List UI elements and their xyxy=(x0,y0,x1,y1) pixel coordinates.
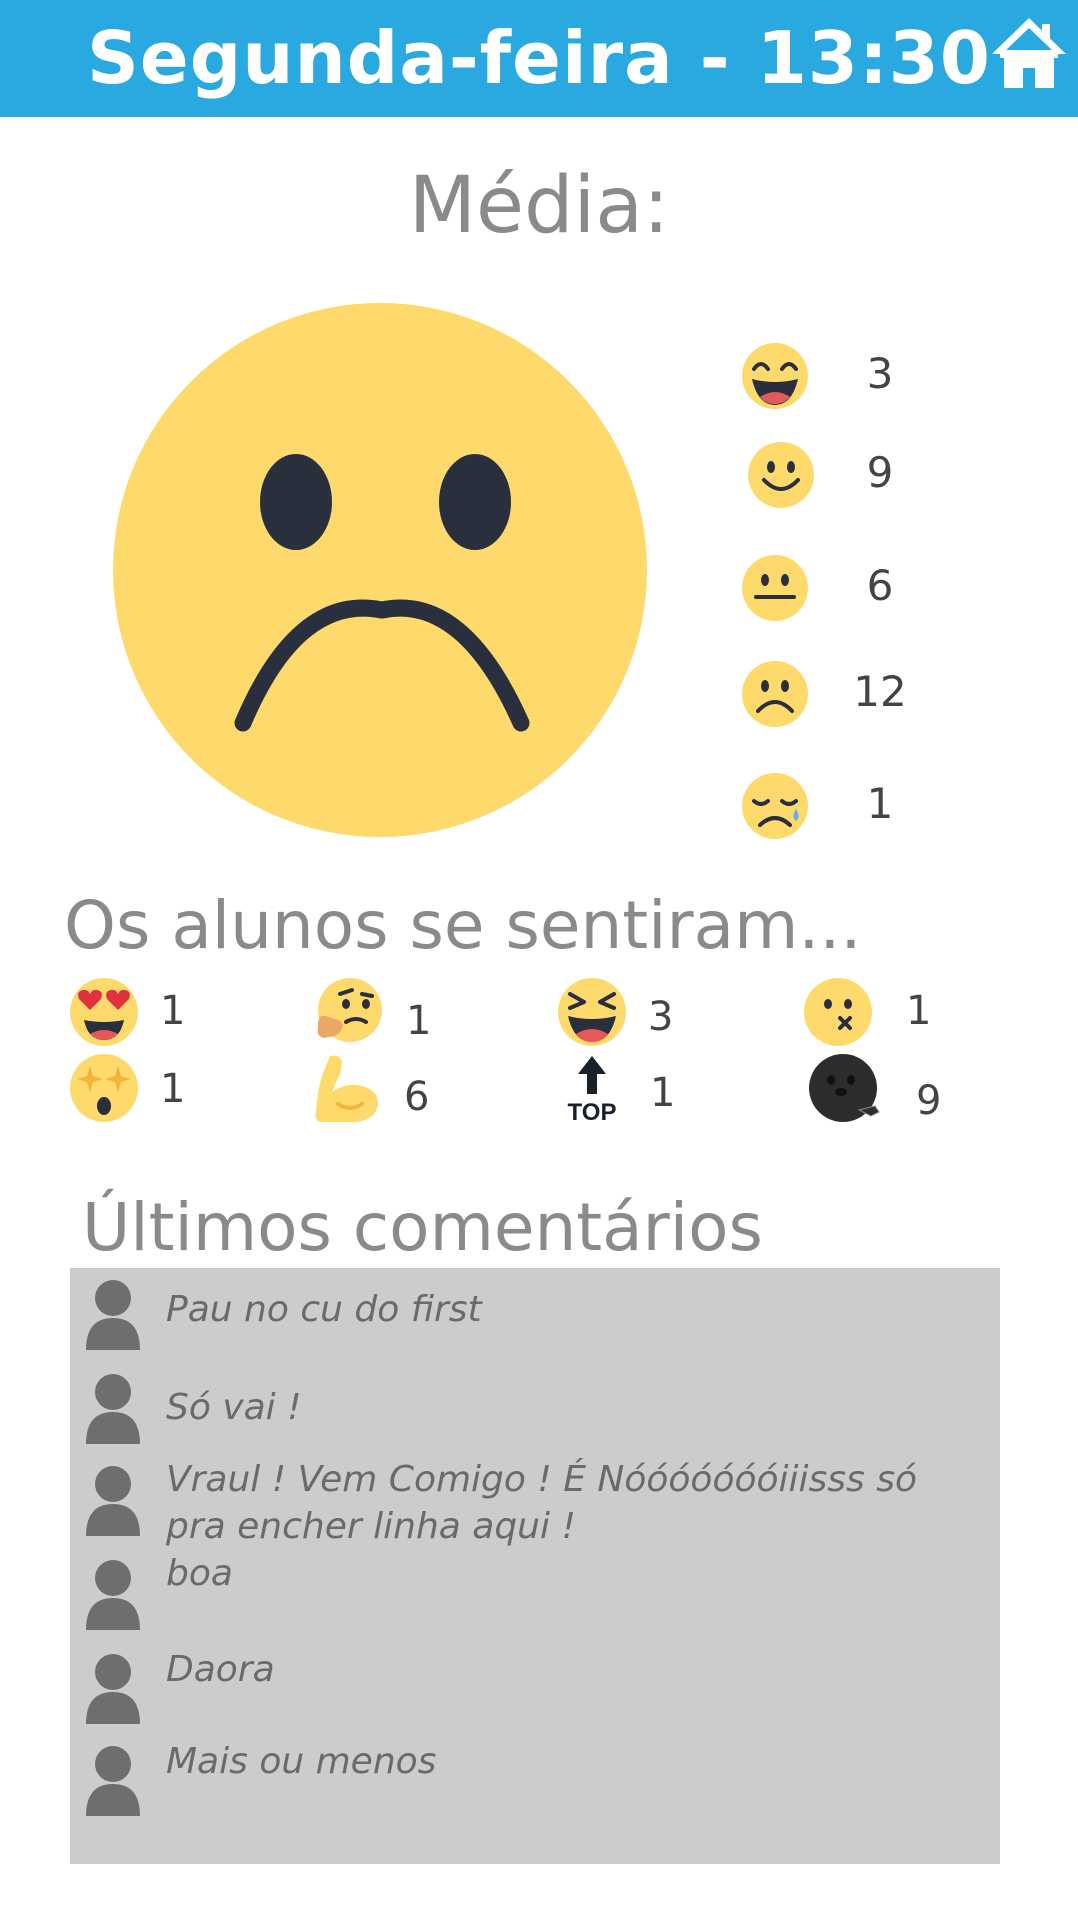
rating-count: 9 xyxy=(866,448,894,497)
feeling-item: TOP 1 xyxy=(556,1052,756,1132)
star-struck-icon xyxy=(70,1054,138,1122)
feeling-count: 1 xyxy=(906,988,932,1034)
feeling-count: 1 xyxy=(160,1066,186,1112)
feeling-count: 1 xyxy=(650,1070,676,1116)
feeling-count: 9 xyxy=(916,1078,942,1124)
feeling-item: 1 xyxy=(312,976,512,1056)
rating-row: 9 xyxy=(740,440,980,520)
average-title: Média: xyxy=(408,161,670,251)
user-avatar-icon xyxy=(86,1374,140,1444)
laughing-face-icon xyxy=(742,343,808,409)
feeling-item: 9 xyxy=(802,1052,1002,1132)
zipped-face-icon xyxy=(804,978,872,1046)
comment-text: Só vai ! xyxy=(166,1387,302,1428)
comment-text: Daora xyxy=(166,1649,275,1690)
rating-row: 3 xyxy=(740,341,980,421)
thinking-face-icon xyxy=(317,978,382,1042)
user-avatar-icon xyxy=(86,1280,140,1350)
feeling-item: 3 xyxy=(556,976,756,1056)
neutral-face-icon xyxy=(742,555,808,621)
smiling-face-icon xyxy=(748,442,814,508)
user-avatar-icon xyxy=(86,1466,140,1536)
feeling-item: 1 xyxy=(68,976,268,1056)
comments-list[interactable]: Pau no cu do first Só vai ! Vraul ! Vem … xyxy=(70,1268,1000,1864)
top-arrow-icon: TOP xyxy=(568,1056,617,1124)
feeling-item: 1 xyxy=(802,976,1002,1056)
flexed-biceps-icon xyxy=(315,1055,378,1122)
rating-count: 3 xyxy=(866,349,894,398)
heart-eyes-icon xyxy=(70,978,138,1046)
sad-face-icon xyxy=(113,303,647,837)
frowning-face-icon xyxy=(742,661,808,727)
feeling-count: 1 xyxy=(406,998,432,1044)
rating-count: 1 xyxy=(866,779,894,828)
crying-face-icon xyxy=(742,773,808,839)
seal-icon xyxy=(809,1054,880,1122)
top-label: TOP xyxy=(568,1099,617,1124)
user-avatar-icon xyxy=(86,1746,140,1816)
comments-title: Últimos comentários xyxy=(82,1189,763,1266)
app-header: Segunda-feira - 13:30 xyxy=(0,0,1078,117)
rating-count: 6 xyxy=(866,561,894,610)
feeling-count: 1 xyxy=(160,988,186,1034)
home-button[interactable] xyxy=(990,14,1068,92)
feeling-count: 3 xyxy=(648,994,674,1040)
comment-text: boa xyxy=(166,1553,233,1594)
page-title: Segunda-feira - 13:30 xyxy=(87,16,991,100)
rating-count: 12 xyxy=(853,667,907,716)
feeling-item: 6 xyxy=(312,1052,512,1132)
rating-row: 6 xyxy=(740,553,980,633)
user-avatar-icon xyxy=(86,1560,140,1630)
home-icon xyxy=(992,18,1066,88)
feeling-item: 1 xyxy=(68,1052,268,1132)
comment-text: Pau no cu do first xyxy=(166,1289,482,1330)
comment-text: Vraul ! Vem Comigo ! É Nóóóóóóóiiisss só… xyxy=(166,1459,918,1547)
feeling-count: 6 xyxy=(404,1074,430,1120)
feelings-title: Os alunos se sentiram... xyxy=(64,887,862,964)
rating-row: 12 xyxy=(740,659,980,739)
rating-row: 1 xyxy=(740,771,980,851)
comment-text: Mais ou menos xyxy=(166,1741,437,1782)
user-avatar-icon xyxy=(86,1654,140,1724)
squinting-laugh-icon xyxy=(558,978,626,1046)
